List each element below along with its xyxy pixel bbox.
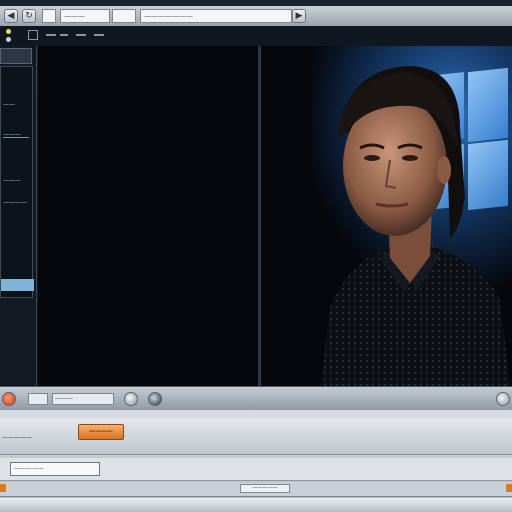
panel-toggle-icon[interactable] bbox=[28, 30, 38, 40]
info-tag[interactable]: ————— bbox=[240, 484, 290, 493]
status-lights-icon bbox=[4, 28, 14, 44]
bottom-bar bbox=[0, 498, 512, 512]
side-item[interactable]: ——— bbox=[3, 177, 21, 184]
stop-icon[interactable] bbox=[124, 392, 138, 406]
toolbar-item[interactable] bbox=[94, 34, 104, 36]
side-panel: —— ——— ——— ———— bbox=[0, 46, 37, 386]
pane-divider[interactable] bbox=[258, 46, 261, 386]
toolbar-item[interactable] bbox=[76, 34, 86, 36]
text-input[interactable]: ————— bbox=[10, 462, 100, 476]
person-portrait bbox=[320, 66, 510, 388]
title-bar: ◀ ↻ ——— ——————— ▶ bbox=[0, 6, 512, 27]
refresh-icon[interactable]: ↻ bbox=[22, 9, 36, 23]
side-item-selected[interactable] bbox=[1, 279, 34, 291]
tab-field[interactable]: ——— bbox=[60, 9, 110, 23]
media-viewer[interactable] bbox=[38, 46, 512, 388]
indicator-left bbox=[0, 484, 6, 492]
toolbar-item[interactable] bbox=[60, 34, 68, 36]
tab-small[interactable] bbox=[112, 9, 136, 23]
side-item[interactable]: ———— bbox=[3, 199, 27, 206]
lower-toolbar bbox=[0, 418, 512, 455]
fullscreen-icon[interactable] bbox=[496, 392, 510, 406]
action-button[interactable]: ———— bbox=[78, 424, 124, 440]
toolbar bbox=[0, 26, 512, 46]
record-icon[interactable] bbox=[2, 392, 16, 406]
side-panel-list: —— ——— ——— ———— bbox=[0, 66, 34, 298]
status-field[interactable]: ——— bbox=[52, 393, 114, 405]
lower-label: ————— bbox=[2, 434, 32, 441]
media-controls-bar: ——— bbox=[0, 386, 512, 411]
back-icon[interactable]: ◀ bbox=[4, 9, 18, 23]
toolbar-item[interactable] bbox=[46, 34, 56, 36]
side-item[interactable]: —— bbox=[3, 101, 15, 108]
side-panel-header[interactable] bbox=[0, 48, 32, 64]
indicator-right bbox=[506, 484, 512, 492]
lower-panel: ————— ———— ————— ————— bbox=[0, 410, 512, 512]
play-icon[interactable] bbox=[148, 392, 162, 406]
control-field[interactable] bbox=[28, 393, 48, 405]
screen: ◀ ↻ ——— ——————— ▶ —— ——— ——— ———— ——— ——… bbox=[0, 0, 512, 512]
address-bar[interactable]: ——————— bbox=[140, 9, 292, 23]
side-item[interactable]: ——— bbox=[3, 131, 21, 138]
go-button[interactable]: ▶ bbox=[292, 9, 306, 23]
home-icon[interactable] bbox=[42, 9, 56, 23]
